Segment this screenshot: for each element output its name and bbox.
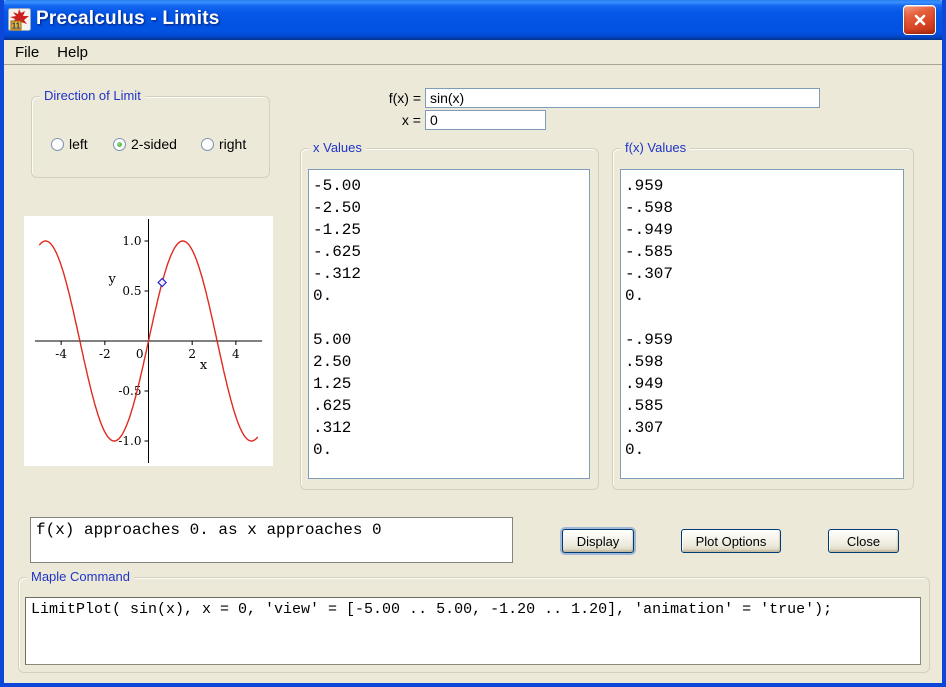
x-tick-label: -2 xyxy=(99,347,111,361)
precalculus-limits-window: 11 Precalculus - Limits File Help Direct… xyxy=(0,0,946,687)
y-tick-label: 0.5 xyxy=(122,284,141,298)
dialog-content: Direction of Limit left 2-sided right f(… xyxy=(4,66,942,683)
maple-command-group: Maple Command LimitPlot( sin(x), x = 0, … xyxy=(18,577,930,673)
list-item: -.959 xyxy=(625,329,899,351)
x-field-label: x = xyxy=(353,112,421,128)
fx-values-group: f(x) Values .959-.598-.949-.585-.3070. -… xyxy=(612,148,914,490)
radio-button-icon xyxy=(51,138,64,151)
x-values-legend: x Values xyxy=(309,140,366,155)
list-item xyxy=(313,307,585,329)
list-item: .959 xyxy=(625,175,899,197)
radio-2-sided-label: 2-sided xyxy=(131,136,177,152)
x-tick-label: -4 xyxy=(55,347,67,361)
menu-bar: File Help xyxy=(4,40,942,65)
list-item: 0. xyxy=(625,439,899,461)
direction-of-limit-legend: Direction of Limit xyxy=(40,88,145,103)
sine-plot: -4-2241.00.5-0.5-1.00xy xyxy=(24,216,273,466)
list-item: -5.00 xyxy=(313,175,585,197)
close-dialog-button[interactable]: Close xyxy=(828,529,899,553)
animation-point-marker xyxy=(158,279,166,287)
x-values-group: x Values -5.00-2.50-1.25-.625-.3120. 5.0… xyxy=(300,148,599,490)
x-tick-label: 4 xyxy=(232,347,240,361)
list-item: 0. xyxy=(625,285,899,307)
x-values-list[interactable]: -5.00-2.50-1.25-.625-.3120. 5.002.501.25… xyxy=(308,169,590,479)
radio-right[interactable]: right xyxy=(201,136,246,152)
list-item: -.598 xyxy=(625,197,899,219)
fx-values-list[interactable]: .959-.598-.949-.585-.3070. -.959.598.949… xyxy=(620,169,904,479)
plot-options-button[interactable]: Plot Options xyxy=(681,529,781,553)
fx-field-label: f(x) = xyxy=(353,90,421,106)
maple-app-icon: 11 xyxy=(8,8,31,31)
close-icon xyxy=(913,13,927,27)
list-item: 5.00 xyxy=(313,329,585,351)
x-axis-label: x xyxy=(200,358,208,373)
maple-command-textbox[interactable]: LimitPlot( sin(x), x = 0, 'view' = [-5.0… xyxy=(25,597,921,665)
y-tick-label: 1.0 xyxy=(122,234,141,248)
close-window-button[interactable] xyxy=(903,5,936,35)
list-item: .949 xyxy=(625,373,899,395)
limit-plot-panel: -4-2241.00.5-0.5-1.00xy xyxy=(24,216,273,466)
list-item: .625 xyxy=(313,395,585,417)
list-item: -1.25 xyxy=(313,219,585,241)
icon-version-badge: 11 xyxy=(12,22,21,31)
x-input[interactable] xyxy=(425,110,546,130)
radio-button-icon xyxy=(113,138,126,151)
list-item: -2.50 xyxy=(313,197,585,219)
menu-item-help[interactable]: Help xyxy=(48,42,97,63)
maple-command-legend: Maple Command xyxy=(27,569,134,584)
list-item: -.312 xyxy=(313,263,585,285)
list-item: 0. xyxy=(313,439,585,461)
fx-values-legend: f(x) Values xyxy=(621,140,690,155)
x-tick-label: 2 xyxy=(188,347,196,361)
fx-input[interactable] xyxy=(425,88,820,108)
list-item: .598 xyxy=(625,351,899,373)
radio-button-icon xyxy=(201,138,214,151)
list-item: 0. xyxy=(313,285,585,307)
menu-item-file[interactable]: File xyxy=(6,42,48,63)
y-axis-label: y xyxy=(108,272,117,287)
list-item: -.949 xyxy=(625,219,899,241)
limit-result-textbox[interactable]: f(x) approaches 0. as x approaches 0 xyxy=(30,517,513,563)
window-title: Precalculus - Limits xyxy=(36,8,220,30)
list-item: -.625 xyxy=(313,241,585,263)
display-button[interactable]: Display xyxy=(562,529,634,553)
list-item: 2.50 xyxy=(313,351,585,373)
radio-2-sided[interactable]: 2-sided xyxy=(113,136,177,152)
list-item: .585 xyxy=(625,395,899,417)
radio-right-label: right xyxy=(219,136,246,152)
origin-label: 0 xyxy=(136,347,144,361)
radio-left-label: left xyxy=(69,136,88,152)
list-item: .307 xyxy=(625,417,899,439)
list-item xyxy=(625,307,899,329)
list-item: -.585 xyxy=(625,241,899,263)
list-item: 1.25 xyxy=(313,373,585,395)
list-item: -.307 xyxy=(625,263,899,285)
direction-of-limit-group: Direction of Limit left 2-sided right xyxy=(31,96,270,178)
list-item: .312 xyxy=(313,417,585,439)
radio-left[interactable]: left xyxy=(51,136,88,152)
title-bar: 11 Precalculus - Limits xyxy=(0,0,946,40)
